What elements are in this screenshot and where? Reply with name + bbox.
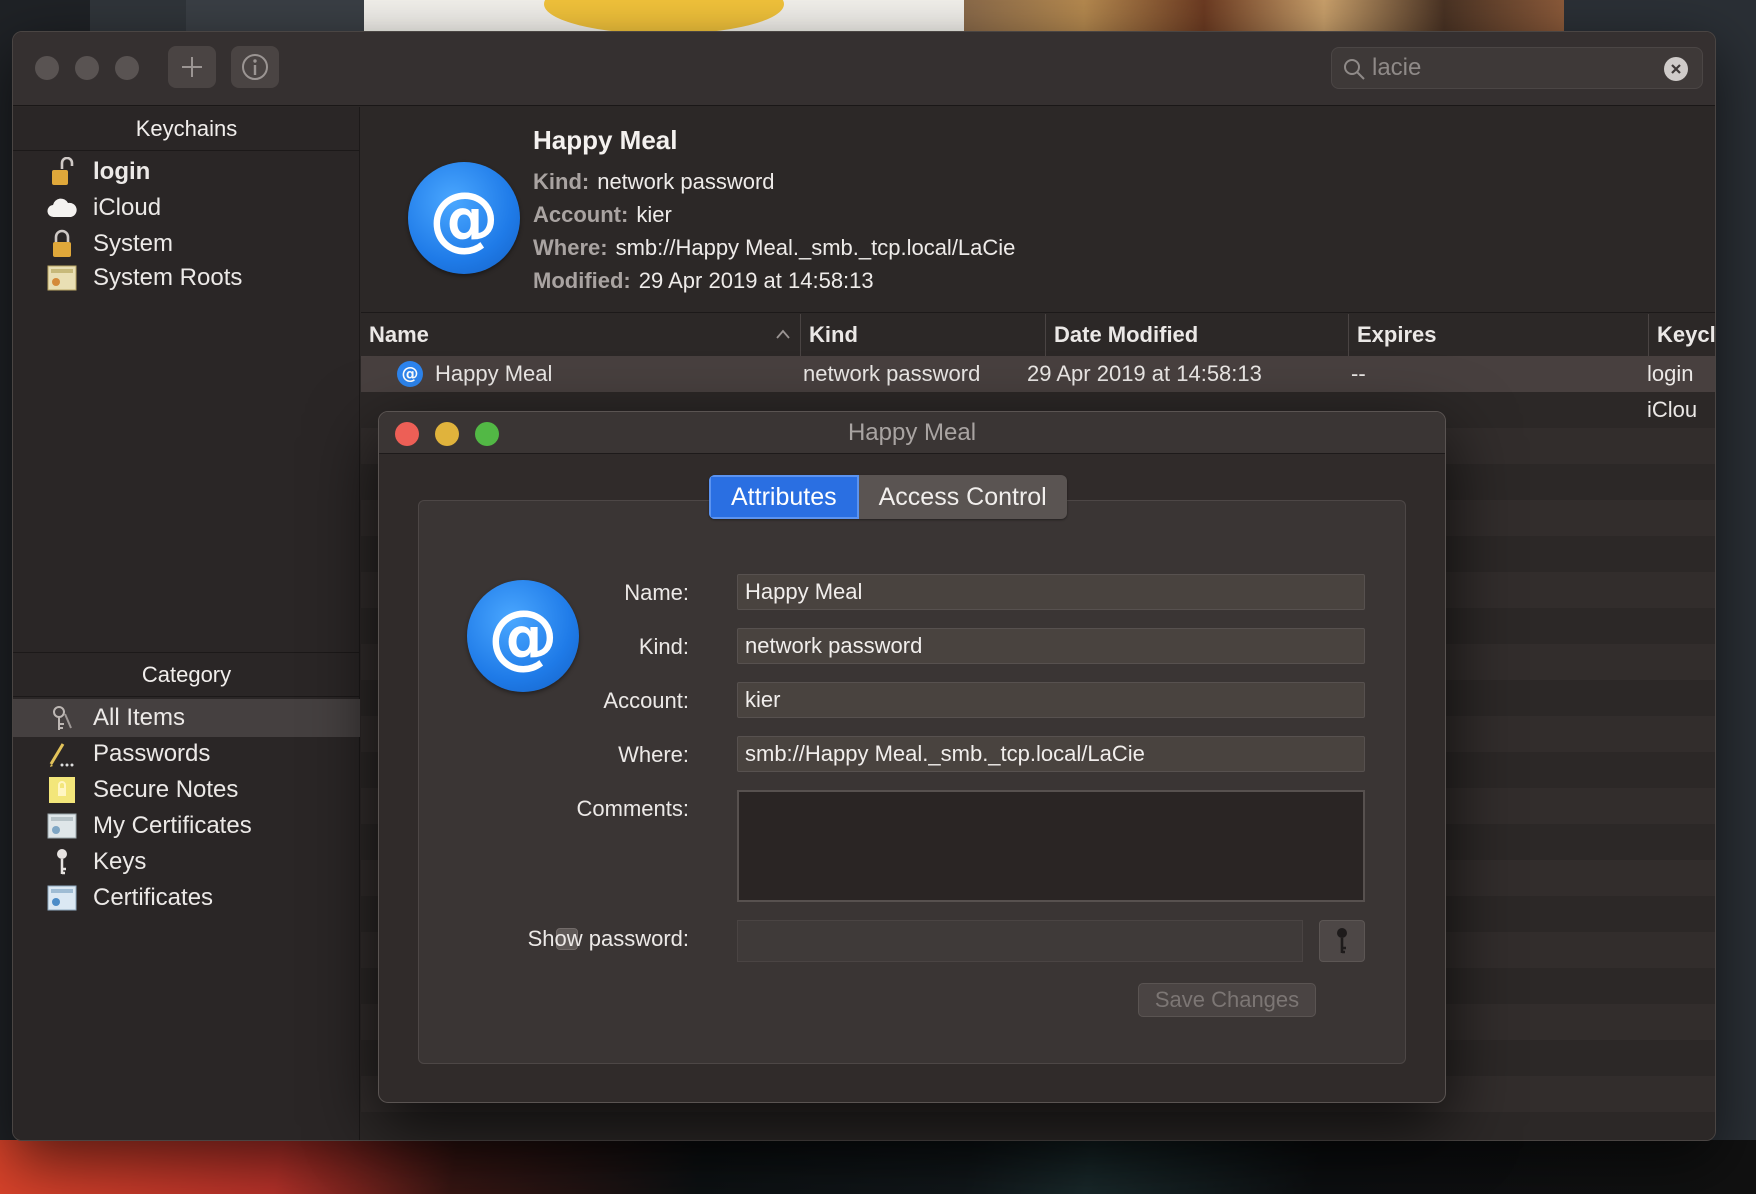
row-keychain: login [1647,361,1694,386]
name-label: Name: [624,580,689,605]
search-input[interactable] [1372,52,1652,84]
detail-kind: Kind: network password [533,169,775,194]
sidebar-item-label: login [93,158,151,185]
show-password-label: Show password: [527,926,689,951]
password-assistant-button[interactable] [1319,920,1365,962]
toolbar [13,32,1715,106]
sidebar-item-secure-notes[interactable]: Secure Notes [13,771,360,809]
sidebar-item-certificates[interactable]: Certificates [13,879,360,917]
detail-title: Happy Meal [533,125,678,155]
my-certificate-icon [47,811,77,841]
desktop-window-edge [186,0,364,32]
sidebar-item-label: Keys [93,848,147,875]
sidebar-item-my-certificates[interactable]: My Certificates [13,807,360,845]
detail-account: Account: kier [533,202,672,227]
column-header-keychain[interactable]: Keycl [1649,314,1715,356]
sidebar-item-all-items[interactable]: All Items [13,699,360,737]
table-row-empty [361,1112,1715,1140]
account-field[interactable]: kier [737,682,1365,718]
cloud-icon [47,193,77,223]
secure-note-icon [47,775,77,805]
password-field[interactable] [737,920,1303,962]
item-detail-header: @ Happy Meal Kind: network password Accou… [361,107,1715,313]
sidebar-item-label: System [93,230,174,257]
tab-bar: Attributes Access Control [709,475,1067,519]
attributes-panel: @ Name: Happy Meal Kind: network passwor… [418,500,1406,1064]
column-header-date-modified[interactable]: Date Modified [1046,314,1349,356]
column-header-name[interactable]: Name [361,314,801,356]
sidebar-item-label: All Items [93,704,186,731]
search-field[interactable] [1331,47,1703,89]
info-icon [242,54,268,80]
key-icon [47,847,77,877]
plus-icon [182,57,202,77]
key-icon [1337,928,1347,954]
window-title: Happy Meal [847,419,977,446]
kind-field: network password [737,628,1365,664]
sidebar-item-label: Secure Notes [93,776,239,803]
desktop-window-edge [90,0,186,32]
info-button[interactable] [231,46,279,88]
table-row[interactable]: @ Happy Meal network password 29 Apr 201… [361,356,1715,392]
sidebar-item-keys[interactable]: Keys [13,843,360,881]
sidebar-item-system-roots[interactable]: System Roots [13,259,360,297]
sidebar-item-label: Passwords [93,740,211,767]
close-icon [1671,64,1681,74]
at-sign-icon: @ [397,356,425,392]
kind-label: Kind: [638,634,689,659]
desktop-window-edge [1710,0,1756,1194]
unlocked-padlock-icon [47,157,77,187]
all-items-icon [47,703,77,733]
item-info-window: Happy Meal @ Name: Happy Meal Kind: netw… [378,411,1446,1103]
background-photo [364,0,964,32]
keychains-header: Keychains [13,107,360,151]
account-label: Account: [603,688,689,713]
sidebar-item-label: My Certificates [93,812,252,839]
row-name: Happy Meal [435,361,553,386]
add-item-button[interactable] [168,46,216,88]
column-header-expires[interactable]: Expires [1349,314,1649,356]
at-sign-icon: @ [408,162,520,274]
where-field[interactable]: smb://Happy Meal._smb._tcp.local/LaCie [737,736,1365,772]
comments-textarea[interactable] [737,790,1365,902]
certificate-icon [47,883,77,913]
row-expires: -- [1351,361,1366,386]
zoom-button[interactable] [115,56,139,80]
close-button[interactable] [35,56,59,80]
save-changes-button[interactable]: Save Changes [1138,983,1316,1017]
row-keychain: iClou [1647,397,1698,422]
clear-search-button[interactable] [1664,57,1688,81]
where-label: Where: [618,742,689,767]
sidebar-item-login[interactable]: login [13,153,360,191]
desktop-wallpaper [0,1140,1756,1194]
row-date-modified: 29 Apr 2019 at 14:58:13 [1027,361,1262,386]
detail-modified: Modified: 29 Apr 2019 at 14:58:13 [533,268,874,293]
sidebar-item-icloud[interactable]: iCloud [13,189,360,227]
certificate-icon [47,263,77,293]
name-field[interactable]: Happy Meal [737,574,1365,610]
sidebar: Keychains login iCloud System System Roo… [13,107,360,1140]
sidebar-item-label: iCloud [93,194,162,221]
search-icon [1344,59,1365,80]
sort-ascending-icon [776,329,790,339]
comments-label: Comments: [576,796,689,821]
background-photo [964,0,1564,32]
title-bar: Happy Meal [379,412,1445,454]
category-header: Category [13,653,360,697]
sidebar-item-passwords[interactable]: Passwords [13,735,360,773]
sidebar-item-label: Certificates [93,884,214,911]
padlock-icon [47,229,77,259]
tab-attributes[interactable]: Attributes [709,475,859,519]
tab-access-control[interactable]: Access Control [859,475,1067,519]
sidebar-item-label: System Roots [93,264,243,291]
column-header-kind[interactable]: Kind [801,314,1046,356]
minimize-button[interactable] [75,56,99,80]
row-kind: network password [803,361,981,386]
detail-where: Where: smb://Happy Meal._smb._tcp.local/L… [533,235,1016,260]
sidebar-item-system[interactable]: System [13,225,360,263]
pen-icon [47,739,77,769]
